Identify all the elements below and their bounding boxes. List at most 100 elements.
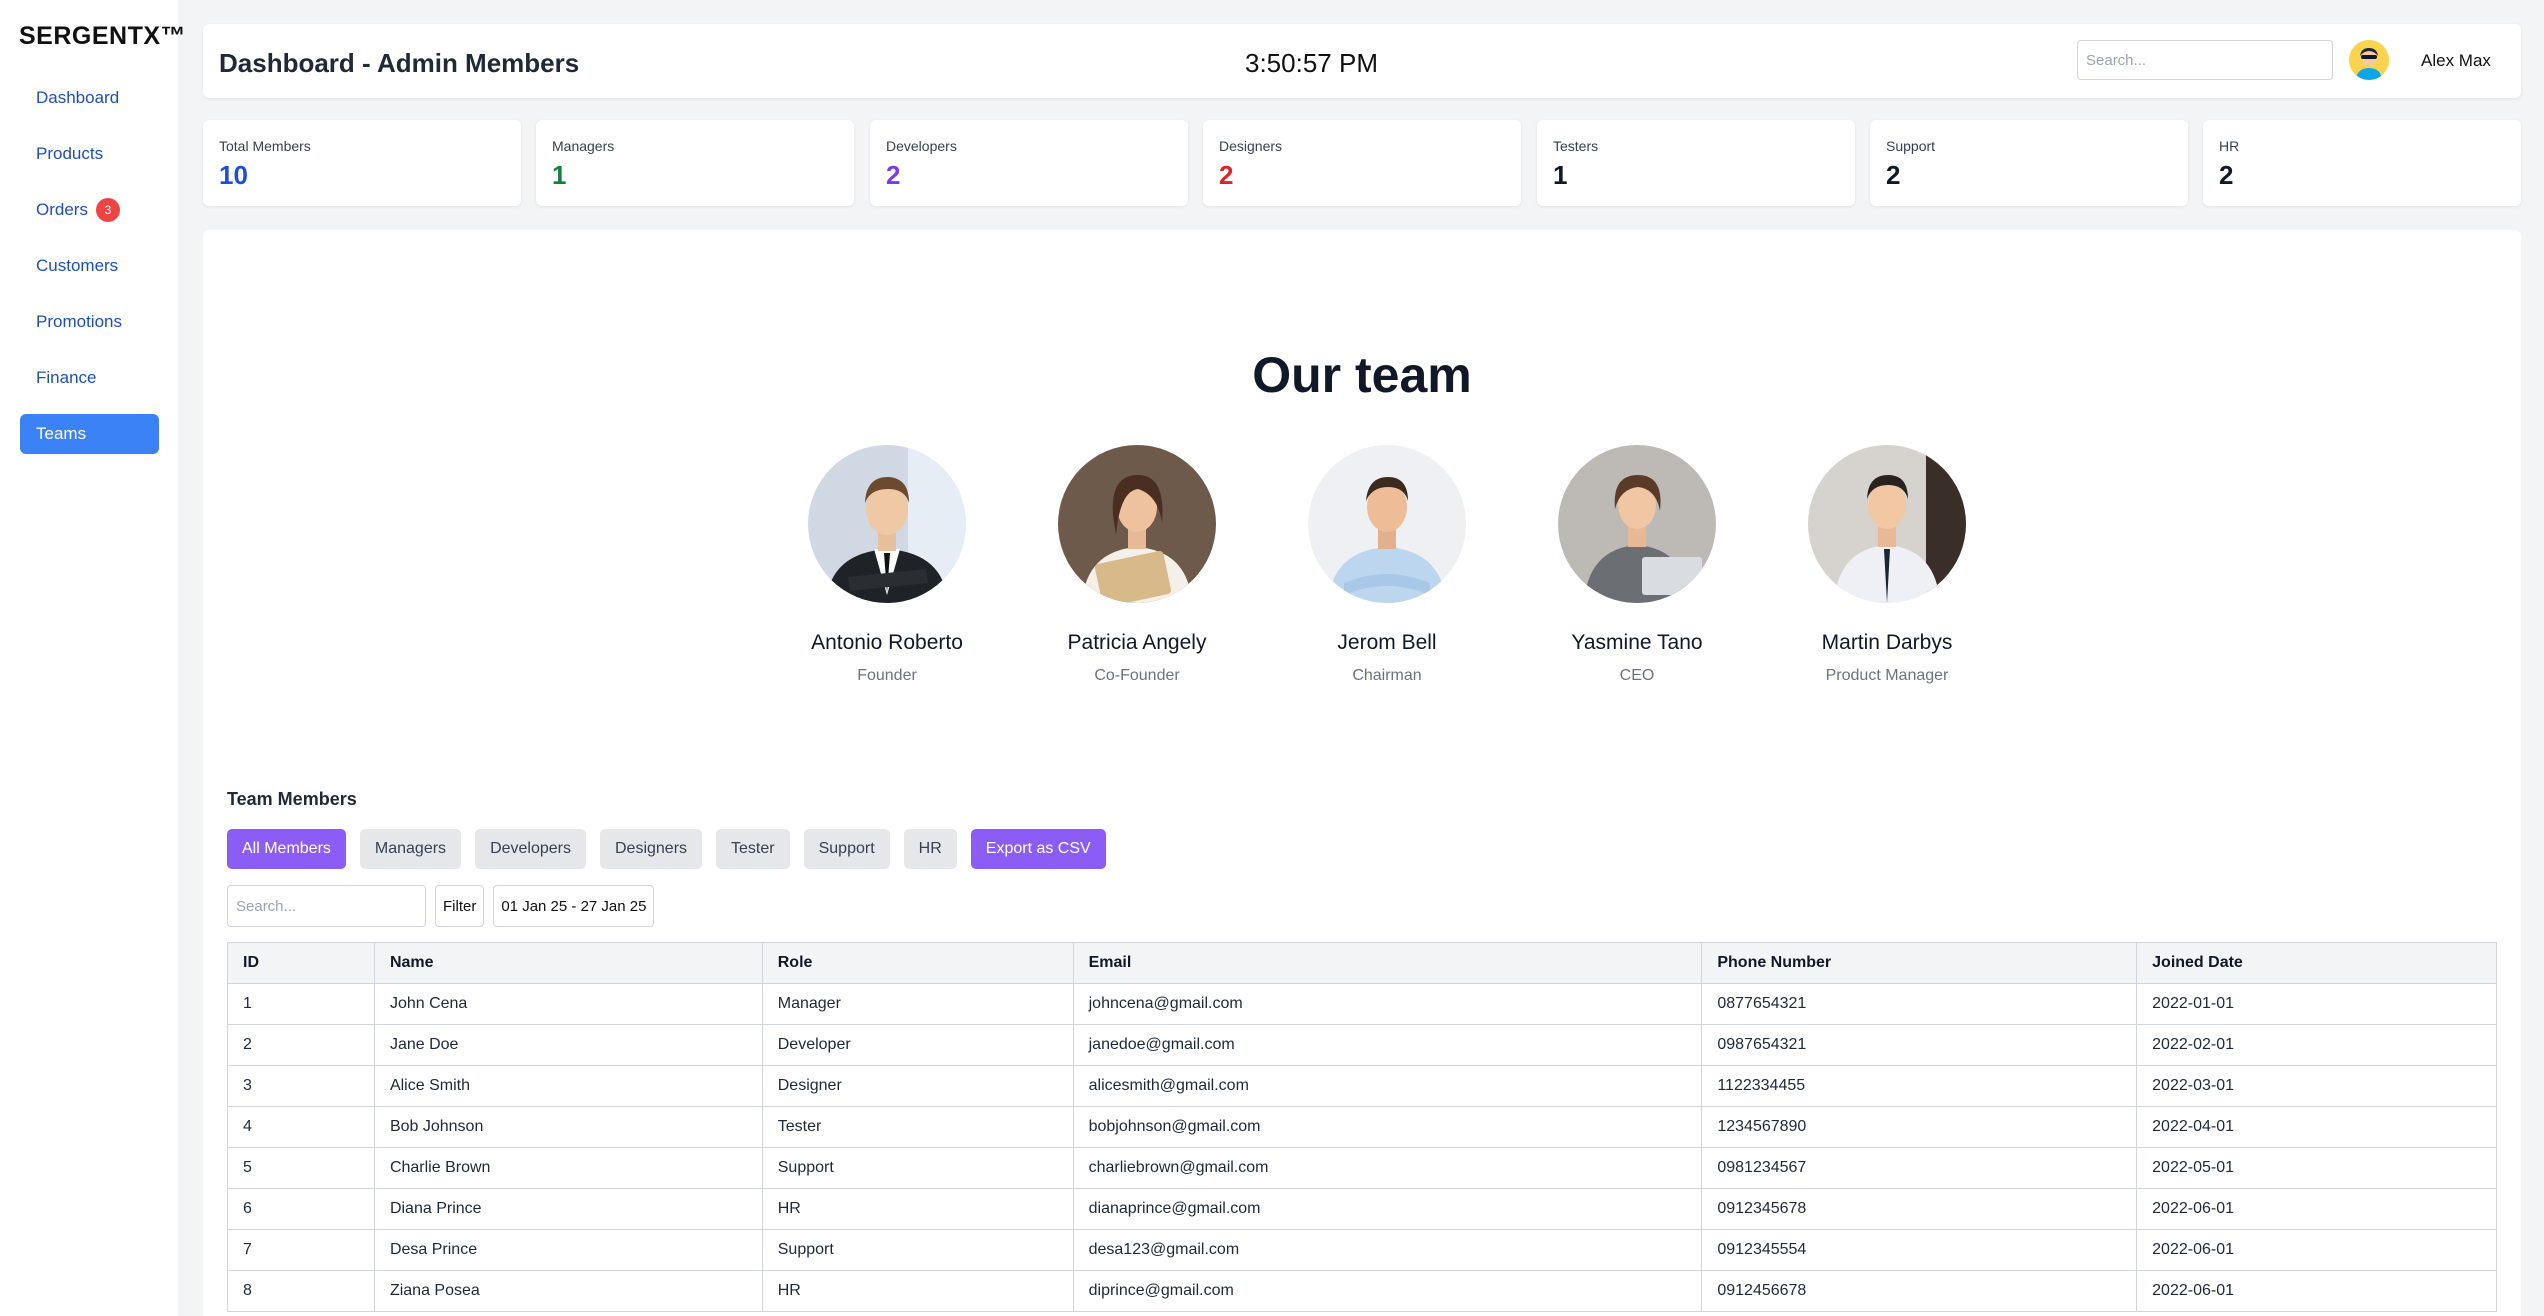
cell-email: janedoe@gmail.com: [1072, 1024, 1703, 1066]
team-heading: Our team: [1252, 347, 1472, 403]
column-header-name[interactable]: Name: [373, 942, 763, 984]
member-photo: [808, 445, 966, 603]
stat-value: 1: [552, 160, 567, 190]
sidebar-item-orders[interactable]: Orders 3: [20, 190, 159, 230]
member-photo: [1808, 445, 1966, 603]
stat-value: 2: [1219, 160, 1234, 190]
clock-display: 3:50:57 PM: [1245, 48, 1378, 78]
cell-email: desa123@gmail.com: [1072, 1229, 1703, 1271]
cell-name: Diana Prince: [373, 1188, 763, 1230]
member-name: Yasmine Tano: [1571, 631, 1703, 654]
member-title: Founder: [857, 667, 917, 684]
member-name: Patricia Angely: [1067, 631, 1207, 654]
stat-card-hr: HR 2: [2203, 120, 2521, 206]
stat-card-managers: Managers 1: [536, 120, 854, 206]
cell-role: Developer: [761, 1024, 1074, 1066]
member-photo: [1558, 445, 1716, 603]
person-photo-icon: [1058, 445, 1216, 603]
person-photo-icon: [1808, 445, 1966, 603]
cell-joined-date: 2022-06-01: [2136, 1229, 2497, 1271]
filter-support[interactable]: Support: [803, 829, 890, 869]
user-avatar[interactable]: [2349, 40, 2389, 80]
sidebar-item-promotions[interactable]: Promotions: [20, 302, 159, 342]
stat-value: 10: [219, 160, 248, 190]
column-header-id[interactable]: ID: [227, 942, 375, 984]
date-range-picker[interactable]: 01 Jan 25 - 27 Jan 25: [493, 885, 655, 927]
filter-designers[interactable]: Designers: [600, 829, 703, 869]
table-search-input[interactable]: [227, 885, 426, 927]
table-header-row: ID Name Role Email Phone Number Joined D…: [227, 942, 2497, 984]
cell-email: dianaprince@gmail.com: [1072, 1188, 1703, 1230]
person-photo-icon: [808, 445, 966, 603]
sidebar-item-finance[interactable]: Finance: [20, 358, 159, 398]
member-title: CEO: [1619, 667, 1655, 684]
cell-id: 6: [227, 1188, 375, 1230]
stat-card-total-members: Total Members 10: [203, 120, 521, 206]
cell-phone: 0912456678: [1701, 1270, 2138, 1312]
cell-phone: 0981234567: [1701, 1147, 2138, 1189]
table-row[interactable]: 3 Alice Smith Designer alicesmith@gmail.…: [227, 1065, 2497, 1107]
stat-label: Designers: [1219, 138, 1283, 154]
main-panel: Our team Antonio Roberto Founder Patrici…: [203, 230, 2521, 1316]
sidebar: SERGENTX™ Dashboard Products Orders 3 Cus…: [0, 0, 186, 1316]
role-filter-tabs: All Members Managers Developers Designer…: [227, 829, 1120, 869]
sidebar-item-label: Dashboard: [36, 88, 120, 107]
team-members-heading: Team Members: [227, 789, 357, 809]
table-row[interactable]: 2 Jane Doe Developer janedoe@gmail.com 0…: [227, 1024, 2497, 1066]
table-row[interactable]: 6 Diana Prince HR dianaprince@gmail.com …: [227, 1188, 2497, 1230]
team-member-card: Antonio Roberto Founder: [762, 445, 1012, 685]
cell-name: Bob Johnson: [373, 1106, 763, 1148]
header-search-input[interactable]: [2077, 40, 2333, 80]
cell-id: 7: [227, 1229, 375, 1271]
filter-developers[interactable]: Developers: [475, 829, 586, 869]
stat-label: Managers: [552, 138, 615, 154]
user-avatar-icon: [2349, 40, 2389, 80]
filter-tester[interactable]: Tester: [716, 829, 790, 869]
member-name: Antonio Roberto: [811, 631, 963, 654]
user-name: Alex Max: [2421, 51, 2491, 70]
filter-all-members[interactable]: All Members: [227, 829, 346, 869]
column-header-email[interactable]: Email: [1072, 942, 1703, 984]
member-name: Jerom Bell: [1337, 631, 1437, 654]
filter-managers[interactable]: Managers: [359, 829, 462, 869]
sidebar-item-label: Teams: [36, 424, 87, 443]
team-member-card: Yasmine Tano CEO: [1512, 445, 1762, 685]
table-toolbar: Filter 01 Jan 25 - 27 Jan 25: [227, 885, 655, 927]
cell-phone: 1234567890: [1701, 1106, 2138, 1148]
cell-joined-date: 2022-04-01: [2136, 1106, 2497, 1148]
member-title: Co-Founder: [1094, 667, 1180, 684]
stat-label: Developers: [886, 138, 957, 154]
cell-id: 5: [227, 1147, 375, 1189]
sidebar-item-teams[interactable]: Teams: [20, 414, 159, 454]
stat-label: Total Members: [219, 138, 311, 154]
column-header-joined-date[interactable]: Joined Date: [2136, 942, 2497, 984]
cell-name: Alice Smith: [373, 1065, 763, 1107]
cell-name: Desa Prince: [373, 1229, 763, 1271]
cell-role: Manager: [761, 983, 1074, 1025]
cell-joined-date: 2022-05-01: [2136, 1147, 2497, 1189]
table-row[interactable]: 1 John Cena Manager johncena@gmail.com 0…: [227, 983, 2497, 1025]
cell-id: 3: [227, 1065, 375, 1107]
stat-value: 2: [886, 160, 901, 190]
sidebar-item-dashboard[interactable]: Dashboard: [20, 78, 159, 118]
sidebar-item-products[interactable]: Products: [20, 134, 159, 174]
sidebar-item-label: Promotions: [36, 312, 122, 331]
cell-name: John Cena: [373, 983, 763, 1025]
sidebar-item-customers[interactable]: Customers: [20, 246, 159, 286]
cell-id: 4: [227, 1106, 375, 1148]
column-header-phone[interactable]: Phone Number: [1701, 942, 2138, 984]
filter-hr[interactable]: HR: [903, 829, 957, 869]
table-row[interactable]: 8 Ziana Posea HR diprince@gmail.com 0912…: [227, 1270, 2497, 1312]
table-row[interactable]: 4 Bob Johnson Tester bobjohnson@gmail.co…: [227, 1106, 2497, 1148]
cell-email: charliebrown@gmail.com: [1072, 1147, 1703, 1189]
table-row[interactable]: 5 Charlie Brown Support charliebrown@gma…: [227, 1147, 2497, 1189]
member-name: Martin Darbys: [1821, 631, 1953, 654]
cell-role: Support: [761, 1229, 1074, 1271]
column-header-role[interactable]: Role: [761, 942, 1074, 984]
team-member-card: Jerom Bell Chairman: [1262, 445, 1512, 685]
export-csv-button[interactable]: Export as CSV: [970, 829, 1106, 869]
table-row[interactable]: 7 Desa Prince Support desa123@gmail.com …: [227, 1229, 2497, 1271]
filter-button[interactable]: Filter: [435, 885, 485, 927]
cell-phone: 1122334455: [1701, 1065, 2138, 1107]
page-title: Dashboard - Admin Members: [219, 48, 580, 78]
